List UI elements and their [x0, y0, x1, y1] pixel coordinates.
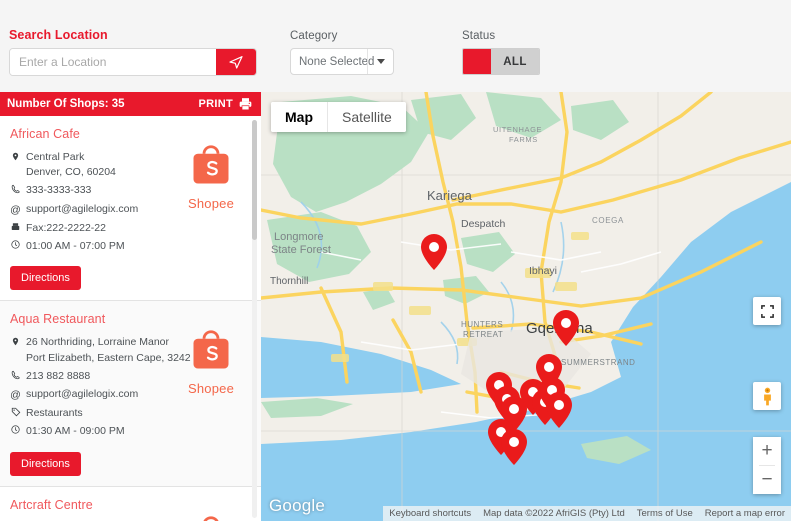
shop-category: Restaurants: [26, 407, 83, 420]
store-locator-page: Search Location Category None Selected: [0, 0, 791, 521]
sidebar-scrollbar-thumb[interactable]: [252, 120, 257, 240]
at-email-icon: @: [10, 388, 21, 401]
map-marker-12[interactable]: [501, 429, 527, 465]
shop-hours-row: 01:00 AM - 07:00 PM: [10, 239, 249, 254]
shop-logo: [175, 509, 247, 521]
status-all-button[interactable]: ALL: [491, 49, 539, 74]
filter-toolbar: Search Location Category None Selected: [0, 0, 791, 92]
map-viewport[interactable]: Groendal Nature Reserve UITENHAGE FARMS …: [261, 92, 791, 521]
zoom-out-button[interactable]: −: [753, 466, 781, 494]
shop-email: support@agilelogix.com: [26, 387, 139, 400]
tag-icon: [10, 406, 21, 417]
status-label: Status: [462, 30, 496, 42]
shop-category-row: Restaurants: [10, 406, 249, 421]
sidebar-header: Number Of Shops: 35 PRINT: [0, 92, 261, 116]
map-marker-10[interactable]: [546, 392, 572, 428]
map-type-satellite-button[interactable]: Satellite: [327, 102, 406, 132]
map-type-map-button[interactable]: Map: [271, 102, 327, 132]
shop-count-label: Number Of Shops: 35: [7, 98, 125, 110]
shop-card[interactable]: Artcraft Centre 43 3rd Avenue, Newton Pa…: [0, 486, 261, 521]
street-view-pegman-icon: [763, 387, 771, 405]
shopee-wordmark: Shopee: [187, 381, 235, 397]
shop-list-sidebar: Number Of Shops: 35 PRINT African Cafe C…: [0, 92, 261, 521]
search-input-group: [9, 48, 257, 76]
shop-hours: 01:00 AM - 07:00 PM: [26, 240, 125, 253]
location-pin-icon: [10, 335, 21, 347]
search-input[interactable]: [10, 49, 216, 75]
search-location-label: Search Location: [9, 28, 108, 42]
shop-logo: Shopee: [175, 323, 247, 396]
address-line-1: Central Park: [26, 151, 85, 163]
printer-icon: [239, 98, 252, 111]
map-data-credit: Map data ©2022 AfriGIS (Pty) Ltd: [483, 508, 625, 519]
directions-button[interactable]: Directions: [10, 451, 81, 476]
shopee-bag-icon: [193, 145, 229, 184]
status-color-swatch: [463, 49, 491, 74]
map-attribution-bar: Keyboard shortcuts Map data ©2022 AfriGI…: [383, 506, 791, 521]
shop-hours: 01:30 AM - 09:00 PM: [26, 425, 125, 438]
chevron-down-icon: [367, 49, 393, 74]
zoom-in-button[interactable]: +: [753, 437, 781, 465]
phone-icon: [10, 369, 21, 380]
address-line-1: 26 Northriding, Lorraine Manor: [26, 336, 169, 349]
shop-phone: 333-3333-333: [26, 184, 92, 197]
phone-icon: [10, 183, 21, 194]
shop-card[interactable]: Aqua Restaurant 26 Northriding, Lorraine…: [0, 301, 261, 487]
google-logo: Google: [269, 496, 326, 515]
shop-fax: Fax:222-2222-22: [26, 221, 106, 234]
street-view-button[interactable]: [753, 382, 781, 410]
search-submit-button[interactable]: [216, 49, 256, 75]
shop-address: 26 Northriding, Lorraine Manor Port Eliz…: [26, 335, 191, 365]
shop-hours-row: 01:30 AM - 09:00 PM: [10, 424, 249, 439]
fullscreen-button[interactable]: [753, 297, 781, 325]
shopee-wordmark: Shopee: [187, 196, 235, 211]
map-marker-2[interactable]: [553, 310, 579, 346]
keyboard-shortcuts-link[interactable]: Keyboard shortcuts: [389, 508, 471, 519]
category-field: Category None Selected: [290, 30, 394, 75]
print-button[interactable]: PRINT: [199, 97, 254, 111]
status-field: Status ALL: [462, 30, 540, 75]
at-email-icon: @: [10, 203, 21, 216]
fullscreen-icon: [760, 304, 774, 318]
map-marker-1[interactable]: [421, 234, 447, 270]
report-map-error-link[interactable]: Report a map error: [705, 508, 785, 519]
terms-of-use-link[interactable]: Terms of Use: [637, 508, 693, 519]
zoom-control: + −: [753, 437, 781, 494]
category-select[interactable]: None Selected: [290, 48, 394, 75]
clock-icon: [10, 239, 21, 249]
send-icon: [229, 56, 243, 69]
directions-button[interactable]: Directions: [10, 266, 81, 291]
shop-fax-row: Fax:222-2222-22: [10, 221, 249, 236]
print-label: PRINT: [198, 98, 233, 110]
fax-icon: [10, 221, 21, 232]
search-location-field: Search Location: [9, 28, 257, 76]
clock-icon: [10, 424, 21, 435]
location-pin-icon: [10, 150, 21, 162]
status-toggle[interactable]: ALL: [462, 48, 540, 75]
category-label: Category: [290, 30, 338, 42]
shop-email: support@agilelogix.com: [26, 202, 139, 215]
category-selected-value: None Selected: [299, 55, 375, 68]
shopee-bag-icon: [203, 515, 219, 521]
shop-address: Central Park Denver, CO, 60204: [26, 150, 116, 180]
map-type-control: Map Satellite: [271, 102, 406, 132]
address-line-2: Denver, CO, 60204: [26, 166, 116, 179]
shop-phone: 213 882 8888: [26, 369, 91, 382]
shop-list[interactable]: African Cafe Central Park Denver, CO, 60…: [0, 116, 261, 521]
shopee-bag-icon: [193, 330, 229, 369]
shop-logo: Shopee: [175, 138, 247, 211]
address-line-2: Port Elizabeth, Eastern Cape, 3242: [26, 351, 191, 364]
shop-card[interactable]: African Cafe Central Park Denver, CO, 60…: [0, 116, 261, 302]
